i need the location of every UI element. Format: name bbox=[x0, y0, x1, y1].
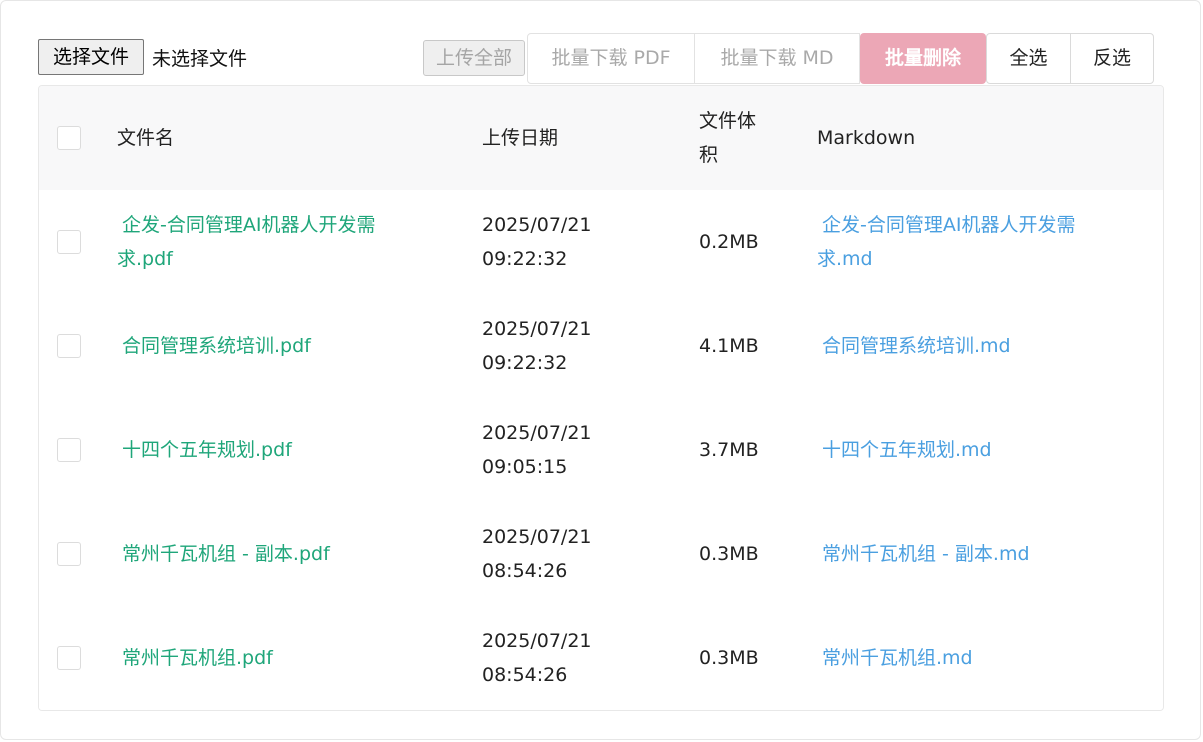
row-checkbox[interactable] bbox=[57, 334, 81, 358]
upload-date-time: 09:22:32 bbox=[482, 248, 568, 270]
upload-date: 2025/07/21 09:05:15 bbox=[482, 416, 632, 484]
table-row: 企发-合同管理AI机器人开发需 求.pdf 2025/07/21 09:22:3… bbox=[39, 190, 1163, 295]
header-file-size-line2: 积 bbox=[699, 144, 719, 166]
upload-date-time: 09:22:32 bbox=[482, 352, 568, 374]
row-checkbox[interactable] bbox=[57, 646, 81, 670]
table-row: 合同管理系统培训.pdf 2025/07/21 09:22:32 4.1MB 合… bbox=[39, 294, 1163, 399]
upload-all-button[interactable]: 上传全部 bbox=[423, 40, 525, 76]
upload-date: 2025/07/21 08:54:26 bbox=[482, 624, 632, 692]
upload-date-day: 2025/07/21 bbox=[482, 214, 592, 236]
markdown-file-link[interactable]: 十四个五年规划.md bbox=[817, 433, 1142, 467]
file-size: 3.7MB bbox=[699, 439, 759, 461]
upload-date-time: 08:54:26 bbox=[482, 664, 568, 686]
file-size: 4.1MB bbox=[699, 335, 759, 357]
markdown-file-link-line1: 企发-合同管理AI机器人开发需 bbox=[822, 214, 1076, 236]
table-row: 常州千瓦机组.pdf 2025/07/21 08:54:26 0.3MB 常州千… bbox=[39, 606, 1163, 710]
upload-date-day: 2025/07/21 bbox=[482, 526, 592, 548]
row-checkbox[interactable] bbox=[57, 542, 81, 566]
pdf-file-link[interactable]: 合同管理系统培训.pdf bbox=[117, 329, 432, 363]
header-markdown: Markdown bbox=[817, 127, 916, 149]
upload-date-day: 2025/07/21 bbox=[482, 318, 592, 340]
row-checkbox[interactable] bbox=[57, 230, 81, 254]
upload-date-day: 2025/07/21 bbox=[482, 630, 592, 652]
file-size: 0.3MB bbox=[699, 543, 759, 565]
upload-date-time: 09:05:15 bbox=[482, 456, 568, 478]
upload-date-time: 08:54:26 bbox=[482, 560, 568, 582]
file-size: 0.3MB bbox=[699, 647, 759, 669]
select-all-button[interactable]: 全选 bbox=[986, 33, 1071, 84]
header-file-size: 文件体 积 bbox=[699, 104, 789, 172]
upload-date-day: 2025/07/21 bbox=[482, 422, 592, 444]
pdf-file-link[interactable]: 十四个五年规划.pdf bbox=[117, 433, 432, 467]
header-filename: 文件名 bbox=[117, 127, 175, 149]
header-upload-date: 上传日期 bbox=[482, 127, 559, 149]
table-row: 常州千瓦机组 - 副本.pdf 2025/07/21 08:54:26 0.3M… bbox=[39, 502, 1163, 607]
pdf-file-link[interactable]: 常州千瓦机组.pdf bbox=[117, 641, 432, 675]
markdown-file-link[interactable]: 常州千瓦机组.md bbox=[817, 641, 1142, 675]
row-checkbox[interactable] bbox=[57, 438, 81, 462]
batch-delete-button[interactable]: 批量删除 bbox=[860, 33, 986, 84]
markdown-file-link[interactable]: 企发-合同管理AI机器人开发需 求.md bbox=[817, 208, 1137, 276]
table-header: 文件名 上传日期 文件体 积 Markdown bbox=[39, 86, 1163, 191]
batch-download-md-button[interactable]: 批量下载 MD bbox=[695, 33, 860, 84]
markdown-file-link[interactable]: 常州千瓦机组 - 副本.md bbox=[817, 537, 1142, 571]
pdf-file-link-line2: 求.pdf bbox=[117, 248, 173, 270]
choose-file-button[interactable]: 选择文件 bbox=[38, 39, 144, 75]
batch-download-pdf-button[interactable]: 批量下载 PDF bbox=[527, 33, 695, 84]
pdf-file-link[interactable]: 常州千瓦机组 - 副本.pdf bbox=[117, 537, 432, 571]
markdown-file-link-line2: 求.md bbox=[817, 248, 873, 270]
table-row: 十四个五年规划.pdf 2025/07/21 09:05:15 3.7MB 十四… bbox=[39, 398, 1163, 503]
upload-date: 2025/07/21 09:22:32 bbox=[482, 312, 632, 380]
file-status-text: 未选择文件 bbox=[152, 48, 248, 70]
invert-selection-button[interactable]: 反选 bbox=[1070, 33, 1154, 84]
pdf-file-link[interactable]: 企发-合同管理AI机器人开发需 求.pdf bbox=[117, 208, 427, 276]
file-table: 文件名 上传日期 文件体 积 Markdown 企发-合同管理AI机器人开发需 … bbox=[38, 85, 1164, 711]
file-size: 0.2MB bbox=[699, 231, 759, 253]
markdown-file-link[interactable]: 合同管理系统培训.md bbox=[817, 329, 1142, 363]
upload-date: 2025/07/21 08:54:26 bbox=[482, 520, 632, 588]
header-file-size-line1: 文件体 bbox=[699, 110, 757, 132]
header-select-all-checkbox[interactable] bbox=[57, 126, 81, 150]
pdf-file-link-line1: 企发-合同管理AI机器人开发需 bbox=[122, 214, 376, 236]
upload-date: 2025/07/21 09:22:32 bbox=[482, 208, 632, 276]
file-manager-panel: 选择文件 未选择文件 上传全部 批量下载 PDF 批量下载 MD 批量删除 全选… bbox=[0, 0, 1201, 740]
